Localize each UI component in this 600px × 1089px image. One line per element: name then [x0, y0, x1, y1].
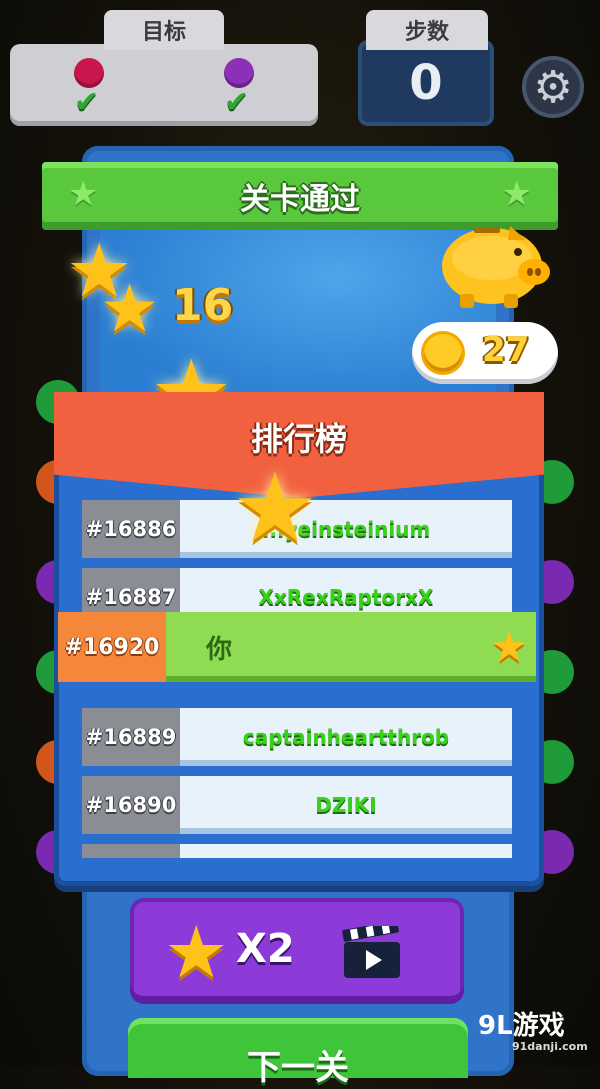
- goal-purple-ball-icon: [224, 58, 254, 88]
- leaderboard-row-partial: [82, 844, 512, 858]
- coin-count: 27: [482, 330, 530, 370]
- moves-counter: 0: [358, 40, 494, 126]
- goal-check-icon: ✔: [74, 85, 100, 120]
- goal-panel: [10, 44, 318, 126]
- stars-count: 16: [172, 280, 234, 331]
- banner-title: 关卡通过: [240, 182, 360, 217]
- next-level-button[interactable]: 下一关: [128, 1018, 468, 1088]
- banner-star-icon: ★: [501, 174, 532, 214]
- star-icon: ★: [164, 910, 229, 994]
- settings-gear-icon[interactable]: ⚙: [522, 56, 584, 118]
- goal-label: 目标: [104, 10, 224, 50]
- goal-check-icon: ✔: [224, 85, 250, 120]
- star-icon: ★: [232, 452, 319, 564]
- piggy-bank-icon: [442, 226, 550, 308]
- coin-icon: [424, 334, 462, 372]
- row-rank-partial: [82, 844, 180, 858]
- you-rank: #16920: [58, 612, 166, 682]
- next-level-label: 下一关: [247, 1048, 349, 1088]
- goal-red-ball-icon: [74, 58, 104, 88]
- row-player-name: captainheartthrob: [180, 708, 512, 766]
- video-clapperboard-icon: [342, 926, 400, 978]
- moves-label: 步数: [366, 10, 488, 50]
- watermark-logo: 9L游戏 91danji.com: [478, 1012, 596, 1062]
- row-rank: #16890: [82, 776, 180, 834]
- leaderboard-row: #16889 captainheartthrob: [82, 708, 512, 766]
- row-name-partial: [180, 844, 512, 858]
- double-reward-label: X2: [236, 926, 295, 972]
- you-name: 你: [206, 634, 233, 665]
- leaderboard-you-row: #16920 你 ★: [58, 612, 536, 682]
- row-player-name: ...yeinsteinium: [180, 500, 512, 558]
- row-rank: #16886: [82, 500, 180, 558]
- watermark-site: 91danji.com: [512, 1040, 588, 1053]
- row-player-name: DZIKI: [180, 776, 512, 834]
- you-name-cell: 你: [166, 612, 536, 682]
- watermark-brand: 9L游戏: [478, 1011, 565, 1041]
- star-icon: ★: [100, 270, 160, 347]
- you-star-icon: ★: [490, 622, 528, 671]
- banner-star-icon: ★: [68, 174, 99, 214]
- leaderboard-row: #16890 DZIKI: [82, 776, 512, 834]
- row-rank: #16889: [82, 708, 180, 766]
